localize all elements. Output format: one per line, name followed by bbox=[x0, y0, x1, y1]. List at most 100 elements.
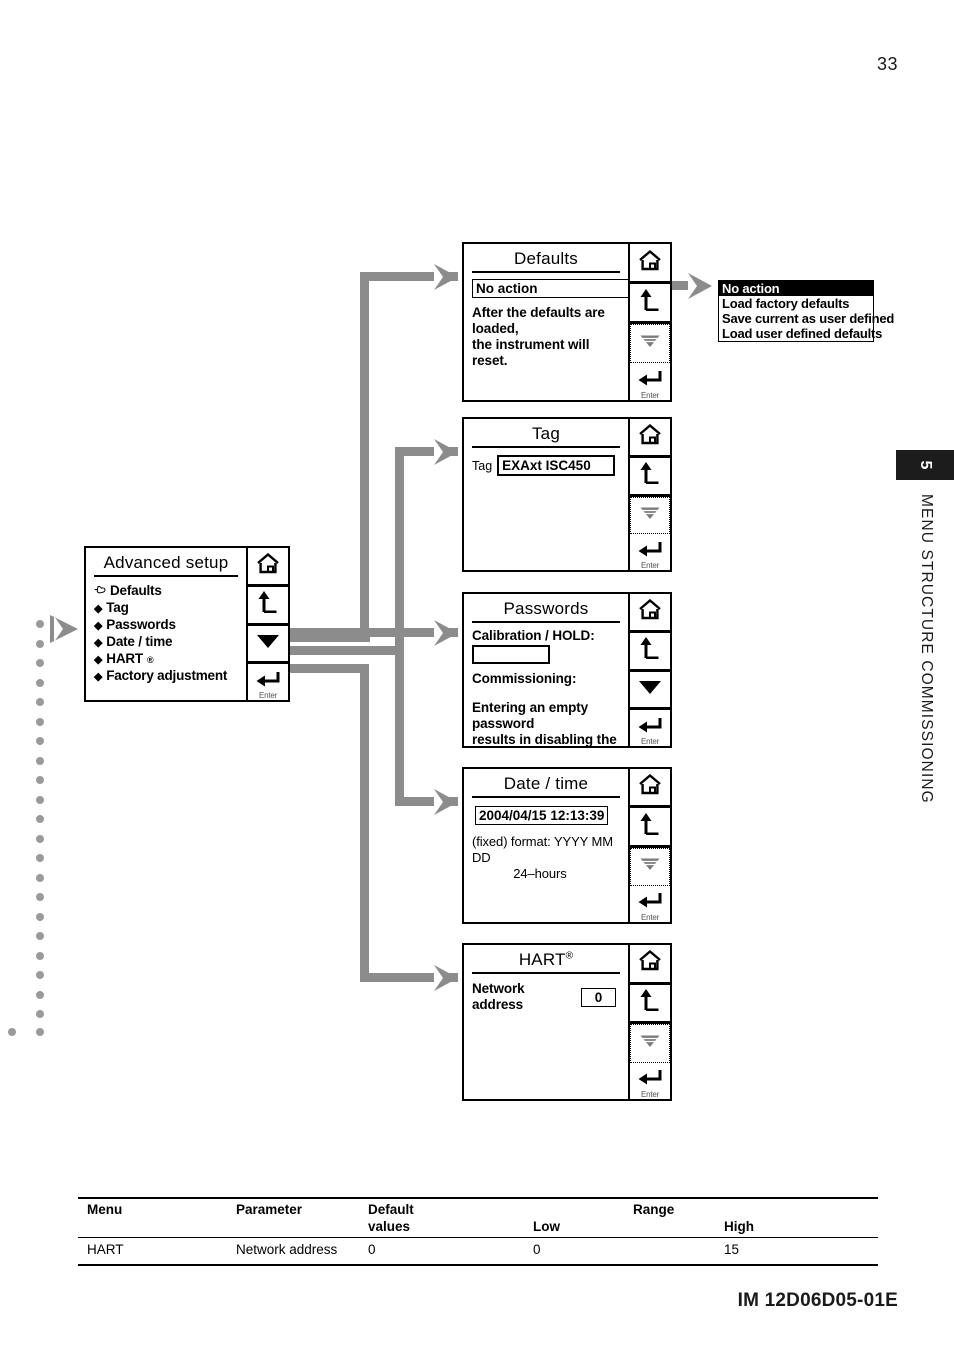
enter-key[interactable]: Enter bbox=[630, 1063, 670, 1099]
diamond-icon: ◆ bbox=[94, 637, 103, 649]
scroll-down-key-disabled[interactable] bbox=[630, 324, 670, 363]
menu-item-date-time[interactable]: ◆ Date / time bbox=[94, 634, 240, 651]
down-arrow-icon bbox=[639, 857, 661, 876]
return-up-key[interactable] bbox=[630, 284, 670, 324]
incoming-flow-arrow bbox=[50, 615, 78, 643]
defaults-title: Defaults bbox=[472, 249, 620, 273]
panel-shadow bbox=[670, 251, 677, 407]
spine-dot bbox=[36, 776, 44, 784]
dropdown-option-save-current-as-user-defined[interactable]: Save current as user defined bbox=[719, 311, 894, 326]
tag-title: Tag bbox=[472, 424, 620, 448]
home-key[interactable] bbox=[630, 594, 670, 633]
enter-key[interactable]: Enter bbox=[630, 886, 670, 922]
datetime-value-field[interactable]: 2004/04/15 12:13:39 bbox=[475, 806, 609, 825]
passwords-calibration-field[interactable] bbox=[472, 645, 550, 664]
scroll-down-key-disabled[interactable] bbox=[630, 847, 670, 886]
menu-item-factory-adjustment[interactable]: ◆ Factory adjustment bbox=[94, 668, 240, 685]
home-icon bbox=[638, 249, 662, 276]
home-key[interactable] bbox=[630, 419, 670, 458]
spine-dot bbox=[36, 698, 44, 706]
cell-default: 0 bbox=[368, 1242, 376, 1257]
document-code: IM 12D06D05-01E bbox=[737, 1290, 898, 1311]
return-up-icon bbox=[638, 462, 662, 489]
defaults-softkeys: Enter bbox=[628, 244, 670, 400]
return-up-icon bbox=[638, 637, 662, 664]
menu-item-passwords[interactable]: ◆ Passwords bbox=[94, 617, 240, 634]
down-arrow-icon bbox=[639, 506, 661, 525]
header-default-2: values bbox=[368, 1219, 411, 1234]
home-key[interactable] bbox=[630, 945, 670, 985]
scroll-down-key-disabled[interactable] bbox=[630, 1024, 670, 1063]
hart-body: HART® Network address 0 bbox=[464, 945, 628, 1099]
menu-item-label: Tag bbox=[106, 600, 129, 615]
defaults-note-line-1: After the defaults are loaded, bbox=[472, 305, 605, 336]
tag-value-field[interactable]: EXAxt ISC450 bbox=[497, 455, 616, 476]
datetime-note: (fixed) format: YYYY MM DD 24–hours bbox=[472, 834, 622, 882]
scroll-down-key[interactable] bbox=[248, 626, 288, 665]
spine-dot bbox=[36, 737, 44, 745]
cell-low: 0 bbox=[533, 1242, 541, 1257]
spine-dot bbox=[36, 659, 44, 667]
tag-panel: Tag Tag EXAxt ISC450 Enter bbox=[462, 417, 677, 577]
hand-pointer-icon bbox=[94, 584, 106, 600]
hart-network-address-field[interactable]: 0 bbox=[580, 987, 616, 1007]
header-parameter: Parameter bbox=[236, 1202, 303, 1217]
defaults-value-field[interactable]: No action bbox=[472, 279, 628, 298]
spine-dot bbox=[36, 834, 44, 843]
down-arrow-icon bbox=[255, 633, 281, 654]
menu-item-label: Factory adjustment bbox=[106, 668, 228, 684]
return-up-icon bbox=[256, 591, 280, 618]
home-icon bbox=[638, 423, 662, 450]
defaults-dropdown[interactable]: No action Load factory defaults Save cur… bbox=[718, 280, 894, 342]
return-up-icon bbox=[638, 989, 662, 1016]
arrow-to-defaults bbox=[434, 264, 458, 290]
defaults-note-line-2: the instrument will reset. bbox=[472, 337, 590, 368]
advanced-setup-body: Advanced setup Defaults ◆ Tag ◆ Password… bbox=[86, 548, 246, 700]
scroll-down-key[interactable] bbox=[630, 672, 670, 711]
passwords-note: Entering an empty password results in di… bbox=[472, 700, 622, 746]
menu-item-label: Defaults bbox=[110, 583, 162, 598]
hart-title: HART® bbox=[472, 950, 620, 974]
return-up-key[interactable] bbox=[630, 808, 670, 848]
datetime-title: Date / time bbox=[472, 774, 620, 798]
enter-key[interactable]: Enter bbox=[630, 710, 670, 746]
return-up-key[interactable] bbox=[248, 587, 288, 626]
hart-field-label: Network address bbox=[472, 981, 525, 1012]
enter-key[interactable]: Enter bbox=[248, 664, 288, 700]
enter-key-label: Enter bbox=[640, 561, 660, 570]
home-key[interactable] bbox=[248, 548, 288, 587]
enter-icon bbox=[637, 370, 663, 393]
home-key[interactable] bbox=[630, 244, 670, 284]
spine-dot bbox=[8, 1028, 16, 1036]
passwords-note-line-1: Entering an empty password bbox=[472, 700, 589, 731]
menu-item-defaults[interactable]: Defaults bbox=[94, 583, 240, 600]
connector-h-datetime-a bbox=[290, 646, 403, 655]
menu-item-tag[interactable]: ◆ Tag bbox=[94, 600, 240, 617]
diamond-icon: ◆ bbox=[94, 654, 103, 666]
home-key[interactable] bbox=[630, 769, 670, 809]
defaults-panel: Defaults No action After the defaults ar… bbox=[462, 242, 677, 407]
enter-key[interactable]: Enter bbox=[630, 534, 670, 570]
chapter-number-tab: 5 bbox=[896, 450, 954, 480]
connector-trunk-tag bbox=[395, 447, 404, 655]
datetime-note-line-1: (fixed) format: YYYY MM DD bbox=[472, 834, 613, 865]
arrow-to-dropdown bbox=[688, 273, 712, 299]
return-up-key[interactable] bbox=[630, 458, 670, 497]
menu-item-hart[interactable]: ◆ HART ® bbox=[94, 651, 240, 668]
advanced-setup-panel: Advanced setup Defaults ◆ Tag ◆ Password… bbox=[84, 546, 295, 707]
arrow-to-tag bbox=[434, 439, 458, 465]
return-up-key[interactable] bbox=[630, 985, 670, 1024]
enter-key[interactable]: Enter bbox=[630, 363, 670, 400]
arrow-to-datetime bbox=[434, 789, 458, 815]
dropdown-option-load-factory-defaults[interactable]: Load factory defaults bbox=[719, 296, 873, 311]
hart-title-text: HART bbox=[518, 950, 566, 969]
dropdown-option-no-action[interactable]: No action bbox=[719, 281, 873, 296]
dropdown-option-load-user-defined-defaults[interactable]: Load user defined defaults bbox=[719, 326, 882, 341]
enter-key-label: Enter bbox=[640, 1090, 660, 1099]
page-number: 33 bbox=[876, 54, 898, 74]
scroll-down-key-disabled[interactable] bbox=[630, 496, 670, 535]
table-row: HART Network address 0 0 15 bbox=[78, 1238, 878, 1264]
passwords-note-line-2: results in disabling the pass– bbox=[472, 732, 617, 746]
return-up-key[interactable] bbox=[630, 633, 670, 672]
tag-field-label: Tag bbox=[472, 458, 493, 473]
